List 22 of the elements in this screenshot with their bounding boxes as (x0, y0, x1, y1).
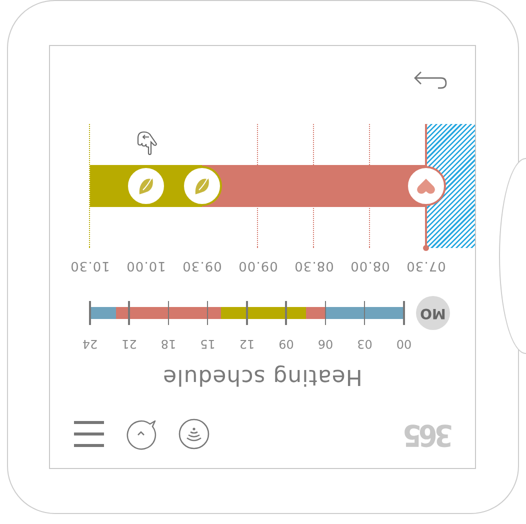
time-label: 09.30 (182, 258, 222, 273)
hour-label: 21 (122, 337, 137, 351)
hour-label: 09 (278, 337, 294, 351)
hour-label: 24 (82, 337, 98, 351)
hour-label: 00 (396, 337, 412, 351)
hour-label: 03 (357, 337, 372, 351)
day-badge[interactable]: MO (416, 296, 450, 330)
time-label: 10.00 (126, 258, 166, 273)
hour-label: 15 (200, 337, 216, 351)
hour-label: 12 (239, 337, 255, 351)
time-label: 08.30 (294, 258, 334, 273)
hand-pointer-icon[interactable] (135, 129, 159, 155)
menu-icon[interactable] (74, 421, 104, 447)
signal-waves-icon[interactable] (178, 418, 210, 450)
time-label: 10.30 (70, 258, 110, 273)
time-label: 07.30 (406, 258, 446, 273)
time-label: 08.00 (350, 258, 390, 273)
time-label: 09.00 (238, 258, 278, 273)
brand-logo: 365 (406, 418, 453, 450)
hour-label: 06 (318, 337, 334, 351)
screen-title: Heating schedule (162, 363, 364, 389)
hour-label: 18 (160, 337, 176, 351)
